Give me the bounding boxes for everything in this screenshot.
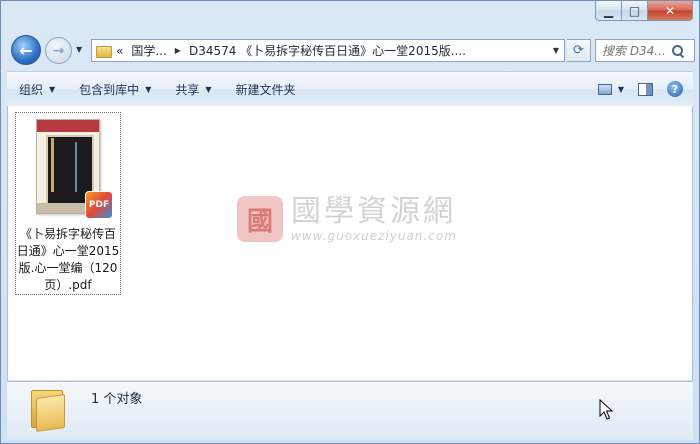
refresh-button[interactable]: ⟳ bbox=[567, 39, 591, 62]
search-input[interactable] bbox=[602, 43, 668, 58]
book-title-stripe bbox=[51, 138, 54, 192]
breadcrumb-overflow-button[interactable]: « bbox=[116, 44, 123, 58]
file-name: 《卜易拆字秘传百日通》心一堂2015版.心一堂编（120页）.pdf bbox=[16, 227, 120, 292]
watermark: 國 國學資源網 www.guoxueziyuan.com bbox=[237, 195, 457, 243]
watermark-logo-icon: 國 bbox=[237, 196, 283, 242]
help-icon[interactable]: ? bbox=[667, 81, 683, 97]
file-list-pane[interactable]: PDF 《卜易拆字秘传百日通》心一堂2015版.心一堂编（120页）.pdf 國… bbox=[7, 106, 693, 380]
details-pane: 1 个对象 bbox=[7, 381, 693, 440]
recent-pages-dropdown[interactable]: ▼ bbox=[76, 45, 82, 54]
share-menu[interactable]: 共享 ▼ bbox=[163, 72, 223, 106]
organize-label: 组织 bbox=[19, 82, 44, 97]
breadcrumb: « 国学... ▶ D34574 《卜易拆字秘传百日通》心一堂2015版.... bbox=[116, 42, 548, 59]
watermark-url: www.guoxueziyuan.com bbox=[291, 229, 457, 243]
organize-menu[interactable]: 组织 ▼ bbox=[7, 72, 67, 106]
breadcrumb-segment-current[interactable]: D34574 《卜易拆字秘传百日通》心一堂2015版.... bbox=[189, 42, 466, 59]
watermark-title: 國學資源網 bbox=[291, 194, 456, 229]
caption-buttons: ▁ □ ✕ bbox=[595, 1, 693, 21]
forward-button[interactable]: → bbox=[45, 37, 72, 64]
folder-icon bbox=[96, 44, 112, 58]
file-item[interactable]: PDF 《卜易拆字秘传百日通》心一堂2015版.心一堂编（120页）.pdf bbox=[15, 112, 121, 295]
chevron-down-icon: ▼ bbox=[145, 84, 152, 94]
include-in-library-label: 包含到库中 bbox=[79, 82, 140, 97]
pdf-icon: PDF bbox=[85, 191, 113, 219]
breadcrumb-chevron-icon[interactable]: ▶ bbox=[175, 46, 181, 55]
search-icon[interactable] bbox=[672, 45, 683, 56]
close-button[interactable]: ✕ bbox=[648, 1, 693, 21]
include-in-library-menu[interactable]: 包含到库中 ▼ bbox=[67, 72, 163, 106]
address-dropdown-button[interactable]: ▼ bbox=[548, 46, 564, 55]
pdf-thumbnail: PDF bbox=[36, 119, 113, 219]
maximize-button[interactable]: □ bbox=[622, 1, 648, 21]
new-folder-label: 新建文件夹 bbox=[235, 82, 296, 97]
chevron-down-icon: ▼ bbox=[617, 84, 624, 94]
book-subtitle-stripe bbox=[75, 142, 77, 192]
item-count: 1 个对象 bbox=[91, 392, 143, 407]
book-cover-band bbox=[37, 120, 99, 132]
breadcrumb-segment-guoxue[interactable]: 国学... bbox=[131, 42, 166, 59]
watermark-texts: 國學資源網 www.guoxueziyuan.com bbox=[291, 194, 457, 244]
change-view-button[interactable]: ▼ bbox=[597, 83, 624, 95]
folder-front bbox=[36, 393, 65, 433]
command-bar: 组织 ▼ 包含到库中 ▼ 共享 ▼ 新建文件夹 ▼ ? bbox=[7, 71, 693, 107]
chevron-down-icon: ▼ bbox=[205, 84, 212, 94]
preview-pane-icon[interactable] bbox=[638, 82, 653, 96]
mouse-cursor-icon bbox=[599, 399, 614, 420]
toolbar-right-group: ▼ ? bbox=[597, 81, 693, 97]
explorer-window: ▁ □ ✕ ← → ▼ « 国学... ▶ D34574 《卜易拆字秘传百日通》… bbox=[0, 0, 700, 444]
search-box[interactable] bbox=[595, 39, 695, 62]
view-icon bbox=[597, 83, 612, 95]
new-folder-button[interactable]: 新建文件夹 bbox=[224, 72, 308, 106]
minimize-button[interactable]: ▁ bbox=[595, 1, 622, 21]
folder-icon bbox=[27, 386, 67, 433]
back-button[interactable]: ← bbox=[11, 35, 41, 65]
navigation-row: ← → ▼ « 国学... ▶ D34574 《卜易拆字秘传百日通》心一堂201… bbox=[7, 33, 695, 67]
share-label: 共享 bbox=[175, 82, 200, 97]
chevron-down-icon: ▼ bbox=[49, 84, 56, 94]
address-bar[interactable]: « 国学... ▶ D34574 《卜易拆字秘传百日通》心一堂2015版....… bbox=[91, 39, 565, 62]
